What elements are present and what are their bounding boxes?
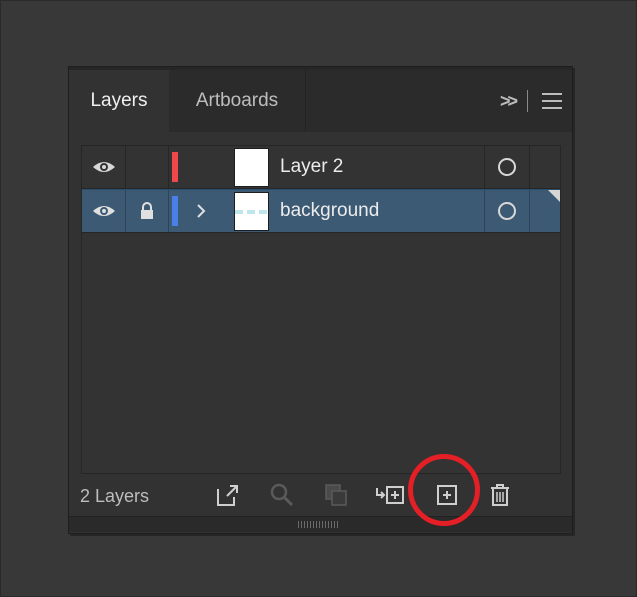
clipping-mask-icon[interactable] (323, 482, 349, 508)
layer-color-bar (172, 152, 178, 182)
lock-icon (141, 202, 153, 219)
collapse-panel-icon[interactable]: >> (500, 91, 518, 112)
lock-toggle[interactable] (126, 190, 168, 232)
expand-toggle[interactable] (182, 190, 220, 232)
eye-icon (92, 162, 115, 172)
separator (527, 90, 528, 112)
panel-tabbar: Layers Artboards >> (69, 70, 572, 132)
panel-controls: >> (500, 89, 562, 113)
visibility-toggle[interactable] (82, 146, 125, 188)
search-icon[interactable] (269, 482, 295, 508)
layer-color-bar (172, 196, 178, 226)
layers-panel: Layers Artboards >> Layer 2 background 2… (68, 66, 573, 534)
trash-icon[interactable] (487, 482, 513, 508)
layer-name[interactable]: Layer 2 (280, 146, 343, 188)
highlight-annotation (408, 454, 480, 526)
eye-icon (92, 206, 115, 216)
layer-thumbnail (234, 192, 269, 231)
tab-artboards[interactable]: Artboards (169, 70, 306, 132)
lock-toggle[interactable] (126, 146, 168, 188)
export-icon[interactable] (215, 482, 241, 508)
selection-indicator-icon (548, 190, 560, 202)
layer-row-background[interactable]: background (82, 189, 560, 232)
layer-row-layer-2[interactable]: Layer 2 (82, 146, 560, 188)
panel-footer: 2 Layers (69, 472, 572, 518)
target-button[interactable] (484, 146, 529, 188)
resize-bar[interactable] (69, 516, 572, 532)
visibility-toggle[interactable] (82, 190, 125, 232)
tab-layers[interactable]: Layers (69, 70, 169, 132)
target-circle-icon (497, 202, 516, 220)
thumbnail-content (235, 210, 268, 214)
target-button[interactable] (484, 190, 529, 232)
layer-name[interactable]: background (280, 190, 379, 232)
new-sublayer-icon[interactable] (375, 482, 407, 508)
layer-thumbnail (234, 148, 269, 187)
target-circle-icon (497, 158, 516, 176)
resize-grip-icon[interactable] (298, 521, 338, 528)
panel-menu-icon[interactable] (542, 93, 562, 109)
chevron-right-icon (197, 204, 206, 218)
layer-count: 2 Layers (80, 486, 150, 506)
layers-list: Layer 2 background (81, 145, 561, 474)
